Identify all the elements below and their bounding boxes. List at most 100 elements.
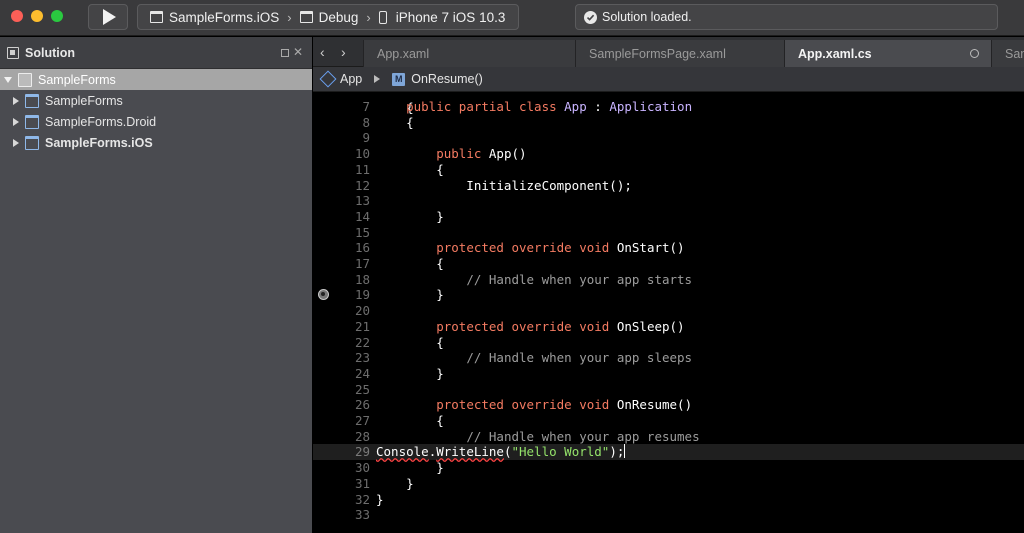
code-line[interactable]: 11 { — [313, 162, 1024, 178]
tree-item-label: SampleForms — [38, 72, 116, 87]
tab-overflow[interactable]: Sam — [991, 40, 1024, 67]
tab-app-xaml[interactable]: App.xaml — [363, 40, 575, 67]
code-line[interactable]: 12 InitializeComponent(); — [313, 178, 1024, 194]
code-line[interactable]: 13 — [313, 193, 1024, 209]
chevron-right-icon[interactable] — [13, 117, 19, 126]
tree-item-solution[interactable]: SampleForms — [0, 69, 312, 90]
code-line[interactable]: 31 } — [313, 476, 1024, 492]
text-caret — [624, 444, 626, 459]
code-text: } — [376, 491, 384, 507]
code-line[interactable]: 28 // Handle when your app resumes — [313, 429, 1024, 445]
line-number: 32 — [354, 491, 370, 507]
tree-item-project[interactable]: SampleForms.Droid — [0, 111, 312, 132]
code-text: { — [376, 161, 444, 177]
code-editor[interactable]: { 7 public partial class App : Applicati… — [313, 92, 1024, 533]
window-close-button[interactable] — [11, 10, 23, 22]
chevron-right-icon — [374, 75, 381, 83]
code-line[interactable]: 29 Console.WriteLine("Hello World"); — [313, 444, 1024, 461]
phone-icon — [378, 10, 387, 24]
window-maximize-button[interactable] — [51, 10, 63, 22]
configuration-selector[interactable]: Debug — [299, 5, 359, 29]
tree-item-label: SampleForms.Droid — [45, 114, 157, 129]
tree-item-project[interactable]: SampleForms — [0, 90, 312, 111]
configuration-label: Debug — [318, 9, 359, 25]
device-selector[interactable]: iPhone 7 iOS 10.3 — [378, 5, 505, 29]
breadcrumb: App M OnResume() — [313, 67, 1024, 92]
code-line[interactable]: 23 // Handle when your app sleeps — [313, 350, 1024, 366]
tab-label: App.xaml — [377, 46, 430, 61]
code-line[interactable]: 15 — [313, 225, 1024, 241]
code-text: } — [376, 365, 444, 381]
code-line[interactable]: 7 public partial class App : Application — [313, 99, 1024, 115]
method-icon: M — [392, 72, 406, 86]
code-text: { — [376, 334, 444, 350]
code-text: } — [376, 208, 444, 224]
window-minimize-button[interactable] — [31, 10, 43, 22]
line-number: 16 — [354, 240, 370, 256]
pad-options-icon[interactable] — [281, 49, 289, 57]
code-line[interactable]: 21 protected override void OnSleep() — [313, 319, 1024, 335]
solution-pad: Solution ✕ SampleForms SampleForms Sampl… — [0, 37, 312, 533]
chevron-left-icon[interactable]: ‹ — [320, 44, 325, 60]
code-line[interactable]: 14 } — [313, 209, 1024, 225]
chevron-right-icon[interactable]: › — [341, 44, 346, 60]
run-configuration-bar: SampleForms.iOS › Debug › iPhone 7 iOS 1… — [137, 4, 519, 30]
code-line[interactable]: 32} — [313, 492, 1024, 508]
line-number: 30 — [354, 460, 370, 476]
chevron-right-icon: › — [287, 9, 292, 25]
tab-app-xaml-cs[interactable]: App.xaml.cs — [784, 40, 991, 67]
line-number: 29 — [354, 444, 370, 460]
window-icon — [150, 11, 163, 23]
unsaved-dot-icon[interactable] — [970, 49, 979, 58]
code-line[interactable]: 10 public App() — [313, 146, 1024, 162]
solution-icon — [7, 46, 19, 59]
code-line[interactable]: 30 } — [313, 460, 1024, 476]
line-number: 9 — [362, 130, 370, 146]
solution-pad-title: Solution — [25, 45, 75, 60]
code-line[interactable]: 22 { — [313, 335, 1024, 351]
run-button[interactable] — [88, 4, 128, 30]
code-line[interactable]: 20 — [313, 303, 1024, 319]
code-text: } — [376, 475, 414, 491]
chevron-right-icon: › — [366, 9, 371, 25]
code-line[interactable]: 8 { — [313, 115, 1024, 131]
document-tabs: ‹ › App.xaml SampleFormsPage.xaml App.xa… — [313, 37, 1024, 67]
tab-label: SampleFormsPage.xaml — [589, 46, 726, 61]
code-line[interactable]: 19 } — [313, 287, 1024, 303]
code-text: public partial class App : Application — [406, 99, 693, 114]
tree-item-label: SampleForms.iOS — [45, 135, 153, 150]
code-line[interactable]: 9 — [313, 130, 1024, 146]
project-selector[interactable]: SampleForms.iOS — [138, 5, 279, 29]
tab-label: App.xaml.cs — [798, 46, 872, 61]
code-line[interactable]: 27 { — [313, 413, 1024, 429]
play-icon — [103, 9, 116, 25]
code-text: InitializeComponent(); — [376, 177, 632, 193]
line-number: 21 — [354, 318, 370, 334]
line-number: 14 — [354, 208, 370, 224]
chevron-right-icon[interactable] — [13, 96, 19, 105]
code-text: public App() — [436, 146, 527, 162]
line-number: 7 — [362, 99, 370, 114]
code-text: { — [376, 114, 414, 130]
code-line[interactable]: 16 protected override void OnStart() — [313, 240, 1024, 256]
code-text: // Handle when your app sleeps — [466, 350, 693, 366]
code-text: Console.WriteLine("Hello World"); — [376, 444, 626, 460]
line-number: 33 — [354, 507, 370, 523]
breadcrumb-class[interactable]: App — [340, 72, 362, 86]
tree-item-project[interactable]: SampleForms.iOS — [0, 132, 312, 153]
chevron-down-icon[interactable] — [4, 76, 12, 83]
breadcrumb-method[interactable]: OnResume() — [411, 72, 483, 86]
line-number: 18 — [354, 271, 370, 287]
code-line[interactable]: 17 { — [313, 256, 1024, 272]
code-line[interactable]: 18 // Handle when your app starts — [313, 272, 1024, 288]
chevron-right-icon[interactable] — [13, 138, 19, 147]
status-text: Solution loaded. — [602, 10, 692, 24]
code-text: protected override void OnStart() — [436, 240, 685, 256]
code-line[interactable]: 33 — [313, 507, 1024, 523]
code-line[interactable]: 24 } — [313, 366, 1024, 382]
close-icon[interactable]: ✕ — [293, 45, 303, 59]
tab-sampleformspage-xaml[interactable]: SampleFormsPage.xaml — [575, 40, 784, 67]
project-icon — [25, 114, 39, 129]
code-line[interactable]: 26 protected override void OnResume() — [313, 397, 1024, 413]
code-line[interactable]: 25 — [313, 382, 1024, 398]
